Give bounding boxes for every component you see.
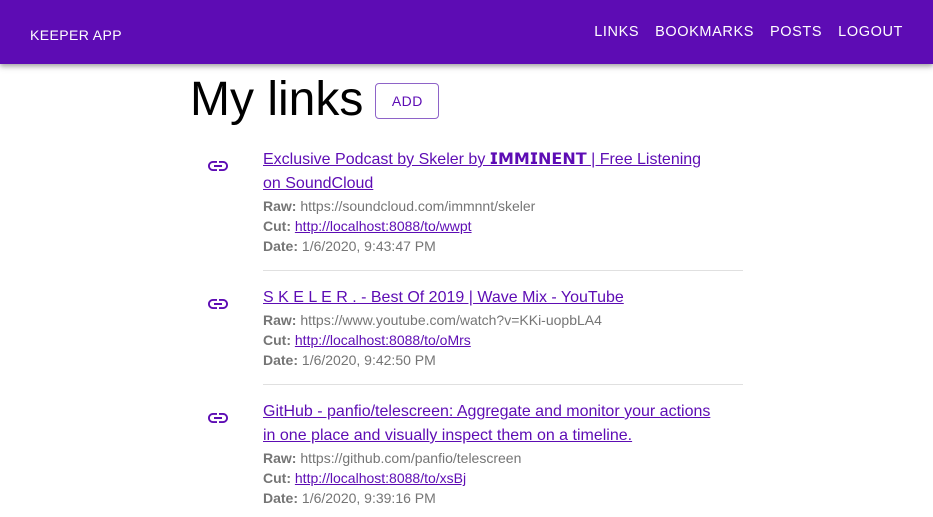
app-brand[interactable]: KEEPER APP — [30, 27, 122, 43]
date-value: 1/6/2020, 9:43:47 PM — [301, 238, 436, 254]
raw-line: Raw: https://soundcloud.com/immnnt/skele… — [263, 196, 743, 216]
cut-line: Cut: http://localhost:8088/to/wwpt — [263, 216, 743, 236]
date-label: Date: — [263, 238, 299, 254]
date-line: Date: 1/6/2020, 9:43:47 PM — [263, 236, 743, 256]
divider — [263, 270, 743, 271]
list-item: Exclusive Podcast by Skeler by 𝗜𝗠𝗠𝗜𝗡𝗘𝗡𝗧 … — [190, 148, 743, 271]
date-value: 1/6/2020, 9:42:50 PM — [301, 352, 436, 368]
add-link-button[interactable]: ADD — [375, 83, 440, 119]
date-line: Date: 1/6/2020, 9:39:16 PM — [263, 488, 743, 508]
list-item: S K E L E R . - Best Of 2019 | Wave Mix … — [190, 286, 743, 385]
raw-label: Raw: — [263, 312, 297, 328]
raw-label: Raw: — [263, 198, 297, 214]
cut-label: Cut: — [263, 470, 291, 486]
heading-row: My links ADD — [190, 73, 440, 126]
date-label: Date: — [263, 352, 299, 368]
cut-label: Cut: — [263, 332, 291, 348]
link-icon — [208, 413, 228, 423]
nav-links[interactable]: LINKS — [586, 24, 647, 40]
link-icon — [208, 299, 228, 309]
nav-bookmarks[interactable]: BOOKMARKS — [647, 24, 762, 40]
link-title[interactable]: GitHub - panfio/telescreen: Aggregate an… — [263, 400, 723, 448]
cut-label: Cut: — [263, 218, 291, 234]
page-title: My links — [190, 73, 364, 126]
raw-line: Raw: https://www.youtube.com/watch?v=KKi… — [263, 310, 743, 330]
nav-posts[interactable]: POSTS — [762, 24, 830, 40]
cut-url-link[interactable]: http://localhost:8088/to/wwpt — [295, 218, 472, 234]
raw-url: https://github.com/panfio/telescreen — [300, 450, 522, 466]
link-title[interactable]: S K E L E R . - Best Of 2019 | Wave Mix … — [263, 286, 723, 310]
cut-url-link[interactable]: http://localhost:8088/to/xsBj — [295, 470, 466, 486]
date-line: Date: 1/6/2020, 9:42:50 PM — [263, 350, 743, 370]
raw-label: Raw: — [263, 450, 297, 466]
link-list: Exclusive Podcast by Skeler by 𝗜𝗠𝗠𝗜𝗡𝗘𝗡𝗧 … — [190, 148, 750, 508]
link-icon — [208, 161, 228, 171]
date-label: Date: — [263, 490, 299, 506]
cut-url-link[interactable]: http://localhost:8088/to/oMrs — [295, 332, 471, 348]
date-value: 1/6/2020, 9:39:16 PM — [301, 490, 436, 506]
cut-line: Cut: http://localhost:8088/to/oMrs — [263, 330, 743, 350]
raw-url: https://www.youtube.com/watch?v=KKi-uopb… — [300, 312, 602, 328]
cut-line: Cut: http://localhost:8088/to/xsBj — [263, 468, 743, 488]
link-title[interactable]: Exclusive Podcast by Skeler by 𝗜𝗠𝗠𝗜𝗡𝗘𝗡𝗧 … — [263, 148, 723, 196]
app-bar: KEEPER APP LINKS BOOKMARKS POSTS LOGOUT — [0, 0, 933, 64]
raw-url: https://soundcloud.com/immnnt/skeler — [300, 198, 536, 214]
raw-line: Raw: https://github.com/panfio/telescree… — [263, 448, 743, 468]
top-nav: LINKS BOOKMARKS POSTS LOGOUT — [586, 24, 911, 40]
nav-logout[interactable]: LOGOUT — [830, 24, 911, 40]
list-item: GitHub - panfio/telescreen: Aggregate an… — [190, 400, 743, 508]
divider — [263, 384, 743, 385]
